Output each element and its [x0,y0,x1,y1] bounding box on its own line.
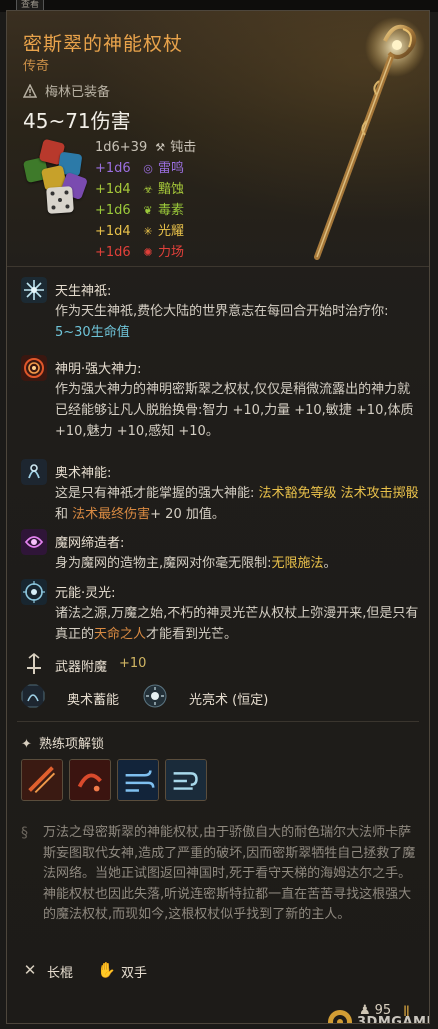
ability-name: 天生神祇: [55,284,112,299]
item-tooltip: 密斯翠的神能权杖 传奇 梅林已装备 45~71伤害 1d6+39 ⚒ 钝击 +1… [6,10,430,1024]
damage-line: +1d4 ☣ 黯蚀 [95,179,196,200]
damage-amount: 1d6+39 [95,140,148,155]
damage-type: 力场 [158,245,185,260]
divine-power-icon [21,355,47,381]
two-handed-icon: ✋ [97,961,116,979]
damage-type: 雷鸣 [158,161,185,176]
proficiency-bleed-icon[interactable] [69,759,111,801]
quote-icon: § [21,825,28,841]
warning-icon [23,84,37,98]
arcane-divinity-icon [21,459,47,485]
acid-icon: ☣ [143,182,153,196]
spell-light[interactable]: 光亮术 (恒定) [143,684,313,710]
equipped-status: 梅林已装备 [23,81,110,100]
item-weight: ♟ 95 [359,1003,392,1018]
divider [17,721,419,722]
proficiency-title: ✦ 熟练项解锁 [21,737,105,752]
damage-line: +1d6 ❦ 毒素 [95,200,196,221]
weave-maker-icon [21,529,47,555]
arcane-charge-icon [21,684,45,708]
damage-amount: +1d4 [95,182,131,197]
damage-type: 毒素 [158,203,185,218]
poison-icon: ❦ [143,203,153,217]
damage-type: 光耀 [158,224,185,239]
tooltip-header: 密斯翠的神能权杖 传奇 梅林已装备 45~71伤害 1d6+39 ⚒ 钝击 +1… [7,11,429,267]
quarterstaff-icon: ✕ [23,961,37,979]
ability-desc: 这是只有神祇才能掌握的强大神能: 法术豁免等级 法术攻击掷骰 和 法术最终伤害+… [55,486,419,522]
proficiency-icons [21,759,261,805]
damage-range: 45~71伤害 [23,109,131,133]
enchant-label: 武器附魔 [55,660,108,675]
enchant-value: +10 [119,656,147,671]
equipped-text: 梅林已装备 [45,85,111,100]
item-lore: 万法之母密斯翠的神能权杖,由于骄傲自大的耐色瑞尔大法师卡萨斯妄图取代女神,造成了… [43,825,416,922]
damage-type: 黯蚀 [158,182,185,197]
ability-name: 神明·强大神力: [55,362,142,377]
damage-line: +1d4 ✳ 光耀 [95,221,196,242]
ability-desc: 诸法之源,万魔之始,不朽的神灵光芒从权杖上弥漫开来,但是只有真正的天命之人才能看… [55,606,419,642]
damage-line: +1d6 ✺ 力场 [95,242,196,263]
ability-desc: 作为天生神祇,费伦大陆的世界意志在每回合开始时治疗你: 5~30生命值 [55,304,389,340]
damage-line: +1d6 ◎ 雷鸣 [95,158,196,179]
ability-name: 魔网缔造者: [55,536,125,551]
damage-amount: +1d6 [95,161,131,176]
light-spell-icon [143,684,167,708]
watermark-logo-icon [328,1010,352,1023]
ability-desc: 身为魔网的造物主,魔网对你毫无限制:无限施法。 [55,556,337,571]
damage-line: 1d6+39 ⚒ 钝击 [95,137,196,158]
weapon-enchantment[interactable]: 武器附魔 +10 [21,651,421,677]
proficiency-slash-icon[interactable] [21,759,63,801]
ability-name: 奥术神能: [55,466,112,481]
handedness: 双手 [121,966,148,981]
value-icon: Ⅱ [403,1004,410,1020]
damage-amount: +1d4 [95,224,131,239]
primal-aura-icon [21,579,47,605]
lightbulb-icon: ✦ [21,737,32,752]
item-footer: ✕ 长棍 ✋ 双手 [21,959,421,983]
staff-icon [314,17,425,260]
weapon-type: 长棍 [47,966,74,981]
granted-spells: 奥术蓄能 光亮术 (恒定) [21,684,421,710]
proficiency-gust-icon[interactable] [165,759,207,801]
force-icon: ✺ [143,245,153,259]
radiant-icon: ✳ [143,224,153,238]
spell-label: 光亮术 (恒定) [189,693,269,708]
proficiency-wind-icon[interactable] [117,759,159,801]
damage-amount: +1d6 [95,203,131,218]
enchant-icon [27,652,41,674]
dice-icon [21,137,91,219]
damage-breakdown: 1d6+39 ⚒ 钝击 +1d6 ◎ 雷鸣 +1d4 ☣ 黯蚀 +1d6 ❦ 毒素 +1d4 ✳ 光耀 +1d… [95,137,196,263]
weight-icon: ♟ [359,1003,371,1018]
ability-desc: 作为强大神力的神明密斯翠之权杖,仅仅是稍微流露出的神力就已经能够让凡人脱胎换骨:… [55,382,414,439]
divine-born-icon [21,277,47,303]
item-rarity: 传奇 [23,59,50,74]
damage-type: 钝击 [170,140,197,155]
item-title: 密斯翠的神能权杖 [23,33,184,55]
spell-arcane-charge[interactable]: 奥术蓄能 [21,684,141,710]
thunder-icon: ◎ [143,161,153,175]
ability-name: 元能·灵光: [55,586,116,601]
damage-amount: +1d6 [95,245,131,260]
spell-label: 奥术蓄能 [67,693,120,708]
blunt-icon: ⚒ [155,140,166,154]
